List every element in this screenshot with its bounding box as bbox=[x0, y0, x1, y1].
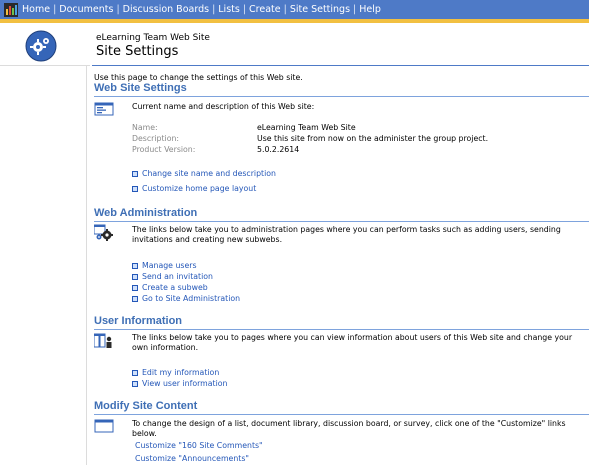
field-label-product-version: Product Version: bbox=[132, 145, 196, 154]
modify-site-content-description: To change the design of a list, document… bbox=[132, 419, 566, 438]
nav-separator: | bbox=[116, 4, 120, 15]
link-customize-home-page[interactable]: Customize home page layout bbox=[132, 184, 256, 193]
field-label-description: Description: bbox=[132, 134, 180, 143]
nav-site-settings[interactable]: Site Settings bbox=[290, 4, 350, 15]
section-title-user-information: User Information bbox=[94, 315, 183, 327]
user-information-icon bbox=[93, 332, 114, 348]
section-divider bbox=[94, 414, 589, 415]
link-customize-announcements[interactable]: Customize "Announcements" bbox=[135, 454, 249, 463]
field-value-name: eLearning Team Web Site bbox=[257, 123, 356, 132]
section-divider bbox=[94, 96, 589, 97]
settings-gear-icon bbox=[25, 30, 57, 62]
link-send-invitation[interactable]: Send an invitation bbox=[132, 272, 213, 281]
web-administration-description: The links below take you to administrati… bbox=[132, 225, 561, 244]
link-customize-site-comments[interactable]: Customize "160 Site Comments" bbox=[135, 441, 263, 450]
nav-help[interactable]: Help bbox=[359, 4, 381, 15]
web-administration-gears-icon bbox=[93, 224, 114, 241]
nav-home[interactable]: Home bbox=[22, 4, 50, 15]
bullet-icon bbox=[132, 285, 138, 291]
nav-separator: | bbox=[212, 4, 216, 15]
site-name: eLearning Team Web Site bbox=[96, 33, 210, 43]
web-settings-icon bbox=[94, 100, 114, 116]
section-title-web-site-settings: Web Site Settings bbox=[94, 82, 187, 94]
header-divider bbox=[92, 65, 589, 66]
field-label-name: Name: bbox=[132, 123, 158, 132]
link-manage-users[interactable]: Manage users bbox=[132, 261, 197, 270]
nav-lists[interactable]: Lists bbox=[218, 4, 240, 15]
bullet-icon bbox=[132, 370, 138, 376]
bullet-icon bbox=[132, 186, 138, 192]
link-edit-my-information[interactable]: Edit my information bbox=[132, 368, 219, 377]
intro-text: Use this page to change the settings of … bbox=[94, 73, 303, 82]
bullet-icon bbox=[132, 171, 138, 177]
web-site-settings-description: Current name and description of this Web… bbox=[132, 102, 315, 111]
section-divider bbox=[94, 329, 589, 330]
bullet-icon bbox=[132, 263, 138, 269]
modify-content-icon bbox=[94, 417, 114, 433]
page-title: Site Settings bbox=[96, 44, 179, 59]
link-change-site-name[interactable]: Change site name and description bbox=[132, 169, 276, 178]
nav-documents[interactable]: Documents bbox=[59, 4, 113, 15]
user-information-description: The links below take you to pages where … bbox=[132, 333, 573, 352]
nav-create[interactable]: Create bbox=[249, 4, 281, 15]
link-go-to-site-administration[interactable]: Go to Site Administration bbox=[132, 294, 240, 303]
bullet-icon bbox=[132, 381, 138, 387]
bullet-icon bbox=[132, 274, 138, 280]
bullet-icon bbox=[132, 296, 138, 302]
nav-separator: | bbox=[53, 4, 57, 15]
left-column-divider bbox=[86, 66, 87, 465]
link-create-subweb[interactable]: Create a subweb bbox=[132, 283, 208, 292]
field-value-product-version: 5.0.2.2614 bbox=[257, 145, 300, 154]
field-value-description: Use this site from now on the administer… bbox=[257, 134, 489, 143]
nav-separator: | bbox=[242, 4, 247, 15]
sharepoint-logo-icon[interactable] bbox=[4, 2, 18, 17]
link-view-user-information[interactable]: View user information bbox=[132, 379, 227, 388]
nav-discussion-boards[interactable]: Discussion Boards bbox=[123, 4, 209, 15]
nav-separator: | bbox=[283, 4, 287, 15]
top-nav-links: Home | Documents | Discussion Boards | Lists | C… bbox=[22, 4, 381, 15]
nav-separator: | bbox=[353, 4, 357, 15]
section-title-web-administration: Web Administration bbox=[94, 207, 198, 219]
section-divider bbox=[94, 221, 589, 222]
section-title-modify-site-content: Modify Site Content bbox=[94, 400, 198, 412]
header-divider-left bbox=[0, 65, 90, 66]
top-nav-bar: Home | Documents | Discussion Boards | Lists | C… bbox=[0, 0, 589, 23]
page-header: eLearning Team Web Site Site Settings bbox=[0, 27, 589, 65]
